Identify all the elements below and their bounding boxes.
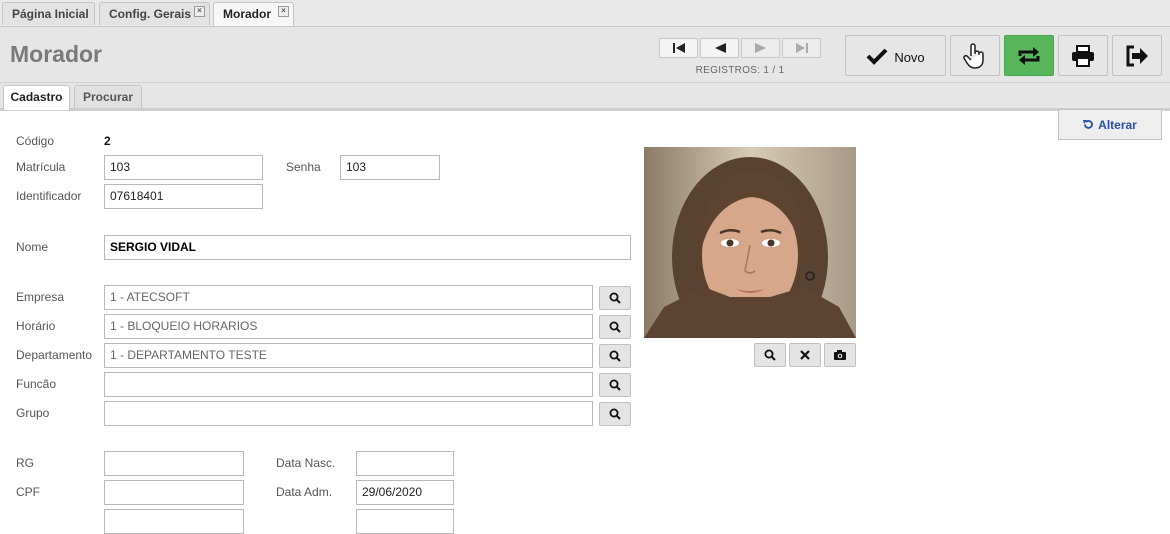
senha-field[interactable]: 103 [340,155,440,180]
next-field[interactable] [104,509,244,534]
departamento-label: Departamento [16,348,93,362]
next-record-icon [754,43,766,53]
tab-label: Página Inicial [12,7,89,21]
novo-button-label: Novo [894,50,925,65]
senha-label: Senha [286,160,321,174]
alterar-label: Alterar [1098,117,1137,132]
identificador-field[interactable]: 07618401 [104,184,263,209]
horario-search-button[interactable] [599,315,631,339]
print-icon [1072,44,1094,67]
tab-label: Morador [223,7,271,21]
camera-icon [834,350,846,360]
rg-label: RG [16,456,34,470]
page-title: Morador [10,41,102,67]
departamento-search-button[interactable] [599,344,631,368]
funcao-label: Funcão [16,377,57,391]
novo-button[interactable]: Novo [845,35,946,76]
empresa-label: Empresa [16,290,65,304]
empresa-field[interactable]: 1 - ATECSOFT [104,285,593,310]
rg-field[interactable] [104,451,244,476]
tab-procurar[interactable]: Procurar [74,85,142,108]
data-adm-field[interactable]: 29/06/2020 [356,480,454,505]
last-record-icon [795,43,808,53]
horario-field[interactable]: 1 - BLOQUEIO HORARIOS [104,314,593,339]
photo-camera-button[interactable] [824,343,856,367]
photo-remove-button[interactable] [789,343,821,367]
select-button[interactable] [950,35,1000,76]
horario-label: Horário [16,319,56,333]
nome-field[interactable]: SERGIO VIDAL [104,235,631,260]
hand-pointer-icon [963,42,984,69]
grupo-label: Grupo [16,406,50,420]
cpf-label: CPF [16,485,40,499]
last-record-button[interactable] [782,38,821,58]
search-icon [609,292,621,304]
data-nasc-label: Data Nasc. [276,456,336,470]
search-icon [609,379,621,391]
undo-icon [1083,120,1094,129]
previous-record-icon [714,43,726,53]
resident-photo [644,147,856,338]
identificador-label: Identificador [16,189,82,203]
data-nasc-field[interactable] [356,451,454,476]
search-icon [609,321,621,333]
tab-morador[interactable]: Morador × [213,2,294,26]
exit-icon [1126,45,1148,66]
search-icon [764,349,776,361]
form-tabs: Cadastro Procurar [0,83,1170,111]
search-icon [609,350,621,362]
codigo-label: Código [16,134,55,148]
next-field-right[interactable] [356,509,454,534]
cpf-field[interactable] [104,480,244,505]
tab-label: Config. Gerais [109,7,192,21]
tab-config-gerais[interactable]: Config. Gerais × [99,2,210,25]
funcao-search-button[interactable] [599,373,631,397]
matricula-field[interactable]: 103 [104,155,263,180]
tab-cadastro[interactable]: Cadastro [3,85,70,110]
photo-search-button[interactable] [754,343,786,367]
close-icon[interactable]: × [278,6,289,17]
close-icon [800,350,810,360]
codigo-value: 2 [104,134,111,148]
first-record-button[interactable] [659,38,698,58]
window-tab-bar: Página Inicial Config. Gerais × Morador × [0,0,1170,27]
exit-button[interactable] [1112,35,1162,76]
funcao-field[interactable] [104,372,593,397]
nome-label: Nome [16,240,49,254]
search-icon [609,408,621,420]
refresh-icon [1018,46,1040,65]
grupo-search-button[interactable] [599,402,631,426]
record-counter: REGISTROS: 1 / 1 [695,65,785,76]
data-adm-label: Data Adm. [276,485,333,499]
empresa-search-button[interactable] [599,286,631,310]
first-record-icon [672,43,685,53]
checkmark-icon [866,48,888,65]
previous-record-button[interactable] [700,38,739,58]
departamento-field[interactable]: 1 - DEPARTAMENTO TESTE [104,343,593,368]
refresh-button[interactable] [1004,35,1054,76]
print-button[interactable] [1058,35,1108,76]
close-icon[interactable]: × [194,6,205,17]
grupo-field[interactable] [104,401,593,426]
alterar-button[interactable]: Alterar [1058,109,1162,140]
tab-pagina-inicial[interactable]: Página Inicial [2,2,95,25]
page-header: Morador REGISTROS: 1 / 1 Novo [0,27,1170,83]
next-record-button[interactable] [741,38,780,58]
matricula-label: Matrícula [16,160,66,174]
